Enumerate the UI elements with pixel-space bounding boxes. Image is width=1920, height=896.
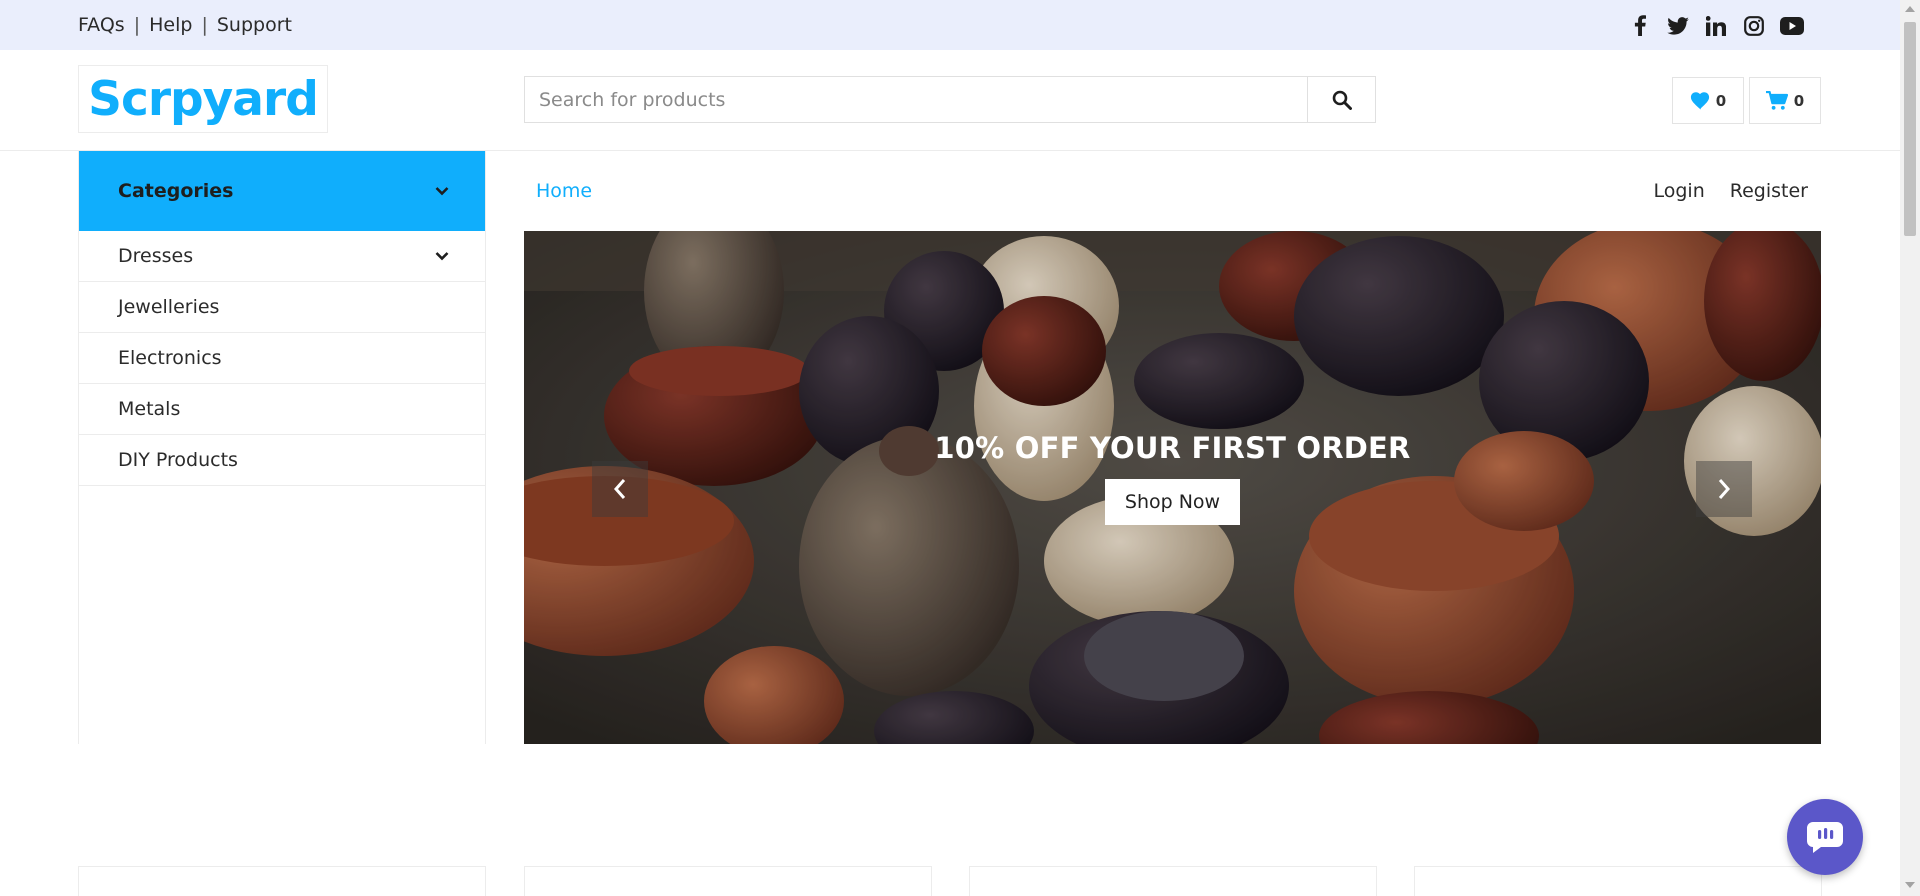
sidebar-item-electronics[interactable]: Electronics <box>79 333 485 384</box>
hero-title: 10% OFF YOUR FIRST ORDER <box>934 431 1411 465</box>
sidebar-item-label: Jewelleries <box>118 296 220 318</box>
faqs-link[interactable]: FAQs <box>78 14 125 36</box>
product-card[interactable] <box>1414 866 1822 896</box>
chevron-down-icon <box>435 187 449 196</box>
sidebar-item-label: Metals <box>118 398 181 420</box>
sidebar-item-label: Electronics <box>118 347 222 369</box>
categories-title: Categories <box>118 180 234 202</box>
facebook-icon[interactable] <box>1627 13 1652 38</box>
cart-button[interactable]: 0 <box>1749 77 1821 124</box>
instagram-icon[interactable] <box>1741 13 1766 38</box>
scroll-down-arrow[interactable] <box>1905 882 1915 888</box>
product-card[interactable] <box>524 866 932 896</box>
scroll-up-arrow[interactable] <box>1905 6 1915 12</box>
categories-toggle[interactable]: Categories <box>79 151 485 231</box>
sidebar-item-diy-products[interactable]: DIY Products <box>79 435 485 486</box>
sidebar-item-metals[interactable]: Metals <box>79 384 485 435</box>
separator: | <box>201 14 208 36</box>
help-link[interactable]: Help <box>149 14 192 36</box>
separator: | <box>133 14 141 36</box>
sidebar-item-jewelleries[interactable]: Jewelleries <box>79 282 485 333</box>
product-card[interactable] <box>969 866 1377 896</box>
heart-icon <box>1690 91 1709 109</box>
chat-widget-button[interactable] <box>1787 799 1863 875</box>
shop-now-button[interactable]: Shop Now <box>1104 479 1241 525</box>
top-bar: FAQs | Help | Support <box>0 0 1900 50</box>
header: Scrpyard 0 0 <box>0 50 1900 151</box>
chevron-down-icon <box>435 252 449 261</box>
search-input[interactable] <box>525 77 1307 122</box>
product-card[interactable] <box>78 866 486 896</box>
categories-sidebar: Categories Dresses Jewelleries Electroni… <box>78 151 486 744</box>
logo[interactable]: Scrpyard <box>78 65 328 133</box>
sidebar-item-label: DIY Products <box>118 449 238 471</box>
linkedin-icon[interactable] <box>1703 13 1728 38</box>
register-link[interactable]: Register <box>1730 180 1808 202</box>
hero-carousel: 10% OFF YOUR FIRST ORDER Shop Now <box>524 231 1821 744</box>
sidebar-item-dresses[interactable]: Dresses <box>79 231 485 282</box>
logo-text: Scrpyard <box>88 71 319 127</box>
page-scrollbar[interactable] <box>1900 0 1920 896</box>
support-link[interactable]: Support <box>217 14 292 36</box>
hero-caption: 10% OFF YOUR FIRST ORDER Shop Now <box>524 431 1821 525</box>
account-links: Login Register <box>1654 180 1809 202</box>
search-button[interactable] <box>1307 77 1375 122</box>
sidebar-item-label: Dresses <box>118 245 194 267</box>
wishlist-button[interactable]: 0 <box>1672 77 1744 124</box>
nav-home-link[interactable]: Home <box>536 180 592 202</box>
social-links <box>1627 13 1804 38</box>
top-links: FAQs | Help | Support <box>78 14 292 36</box>
wishlist-count: 0 <box>1715 91 1727 110</box>
twitter-icon[interactable] <box>1665 13 1690 38</box>
chat-icon <box>1807 822 1843 853</box>
cart-icon <box>1765 90 1788 110</box>
login-link[interactable]: Login <box>1654 180 1705 202</box>
youtube-icon[interactable] <box>1779 13 1804 38</box>
search-icon <box>1332 90 1352 110</box>
scroll-thumb[interactable] <box>1904 22 1916 236</box>
cart-count: 0 <box>1793 91 1805 110</box>
search-bar <box>524 76 1376 123</box>
